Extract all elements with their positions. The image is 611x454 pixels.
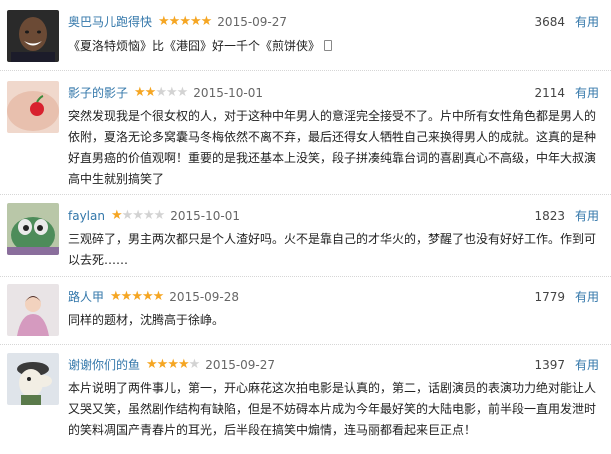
star-filled-icon: ★ bbox=[200, 14, 213, 29]
review-date: 2015-09-28 bbox=[169, 290, 240, 304]
review-username[interactable]: faylan bbox=[68, 209, 105, 223]
star-filled-icon: ★ bbox=[189, 14, 202, 29]
star-filled-icon: ★ bbox=[134, 85, 146, 100]
star-filled-icon: ★ bbox=[131, 289, 143, 304]
review-item: 谢谢你们的鱼 ★★★★★ 2015-09-27 1397 有用 本片说明了两件事儿，… bbox=[0, 345, 611, 454]
rating-stars: ★★★★★ bbox=[110, 289, 165, 305]
star-empty-icon: ★ bbox=[132, 208, 144, 223]
vote-count: 1823 bbox=[534, 209, 565, 223]
star-filled-icon: ★ bbox=[146, 357, 158, 372]
mobile-phone-icon bbox=[324, 40, 333, 51]
vote-count: 1779 bbox=[534, 290, 565, 304]
review-date: 2015-09-27 bbox=[217, 15, 288, 29]
star-filled-icon: ★ bbox=[168, 14, 181, 29]
star-empty-icon: ★ bbox=[155, 85, 167, 100]
review-item: faylan ★★★★★ 2015-10-01 1823 有用 三观碎了，男主两次都… bbox=[0, 195, 611, 277]
review-text: 同样的题材，沈腾高于徐峥。 bbox=[68, 313, 225, 327]
star-empty-icon: ★ bbox=[176, 85, 189, 100]
useful-button[interactable]: 有用 bbox=[575, 85, 599, 101]
star-filled-icon: ★ bbox=[158, 14, 170, 29]
useful-button[interactable]: 有用 bbox=[575, 14, 599, 30]
useful-button[interactable]: 有用 bbox=[575, 357, 599, 373]
star-filled-icon: ★ bbox=[110, 208, 123, 223]
star-empty-icon: ★ bbox=[188, 357, 201, 372]
rating-stars: ★★★★★ bbox=[146, 357, 201, 373]
vote-count: 2114 bbox=[534, 86, 565, 100]
review-text: 本片说明了两件事儿，第一，开心麻花这次拍电影是认真的，第二，话剧演员的表演功力绝… bbox=[68, 381, 597, 437]
rating-stars: ★★★★★ bbox=[134, 85, 189, 101]
star-empty-icon: ★ bbox=[121, 208, 134, 223]
vote-count: 3684 bbox=[534, 15, 565, 29]
star-filled-icon: ★ bbox=[110, 289, 122, 304]
star-filled-icon: ★ bbox=[179, 14, 191, 29]
review-text: 《夏洛特烦恼》比《港囧》好一千个《煎饼侠》 bbox=[68, 39, 321, 53]
avatar[interactable] bbox=[7, 10, 59, 62]
avatar[interactable] bbox=[7, 203, 59, 255]
star-filled-icon: ★ bbox=[156, 357, 169, 372]
avatar-image bbox=[7, 10, 59, 62]
avatar[interactable] bbox=[7, 353, 59, 405]
review-username[interactable]: 影子的影子 bbox=[68, 86, 128, 100]
review-item: 奥巴马儿跑得快 ★★★★★ 2015-09-27 3684 有用 《夏洛特烦恼》比《… bbox=[0, 0, 611, 71]
review-text: 三观碎了，男主两次都只是个人渣好吗。火不是靠自己的才华火的，梦醒了也没有好好工作… bbox=[68, 232, 597, 267]
rating-stars: ★★★★★ bbox=[158, 14, 213, 30]
review-username[interactable]: 奥巴马儿跑得快 bbox=[68, 15, 152, 29]
avatar-image bbox=[7, 284, 59, 336]
star-filled-icon: ★ bbox=[141, 289, 154, 304]
avatar[interactable] bbox=[7, 81, 59, 133]
star-filled-icon: ★ bbox=[120, 289, 133, 304]
useful-button[interactable]: 有用 bbox=[575, 289, 599, 305]
review-item: 路人甲 ★★★★★ 2015-09-28 1779 有用 同样的题材，沈腾高于徐峥。 bbox=[0, 277, 611, 345]
review-text: 突然发现我是个很女权的人，对于这种中年男人的意淫完全接受不了。片中所有女性角色都… bbox=[68, 109, 597, 186]
star-filled-icon: ★ bbox=[167, 357, 179, 372]
vote-count: 1397 bbox=[534, 358, 565, 372]
review-list: 奥巴马儿跑得快 ★★★★★ 2015-09-27 3684 有用 《夏洛特烦恼》比《… bbox=[0, 0, 611, 454]
review-text-wrap: 《夏洛特烦恼》比《港囧》好一千个《煎饼侠》 bbox=[68, 36, 600, 57]
star-filled-icon: ★ bbox=[177, 357, 190, 372]
review-date: 2015-10-01 bbox=[193, 86, 264, 100]
avatar-image bbox=[7, 353, 59, 405]
avatar-image bbox=[7, 203, 59, 255]
rating-stars: ★★★★★ bbox=[110, 208, 166, 224]
review-item: 影子的影子 ★★★★★ 2015-10-01 2114 有用 突然发现我是个很女权的… bbox=[0, 71, 611, 195]
useful-button[interactable]: 有用 bbox=[575, 208, 599, 224]
star-empty-icon: ★ bbox=[142, 208, 155, 223]
review-username[interactable]: 路人甲 bbox=[68, 290, 104, 304]
review-date: 2015-10-01 bbox=[170, 209, 241, 223]
review-username[interactable]: 谢谢你们的鱼 bbox=[68, 358, 140, 372]
star-filled-icon: ★ bbox=[144, 85, 157, 100]
review-date: 2015-09-27 bbox=[205, 358, 276, 372]
star-empty-icon: ★ bbox=[165, 85, 178, 100]
star-empty-icon: ★ bbox=[153, 208, 166, 223]
star-filled-icon: ★ bbox=[152, 289, 165, 304]
avatar-image bbox=[7, 81, 59, 133]
avatar[interactable] bbox=[7, 284, 59, 336]
